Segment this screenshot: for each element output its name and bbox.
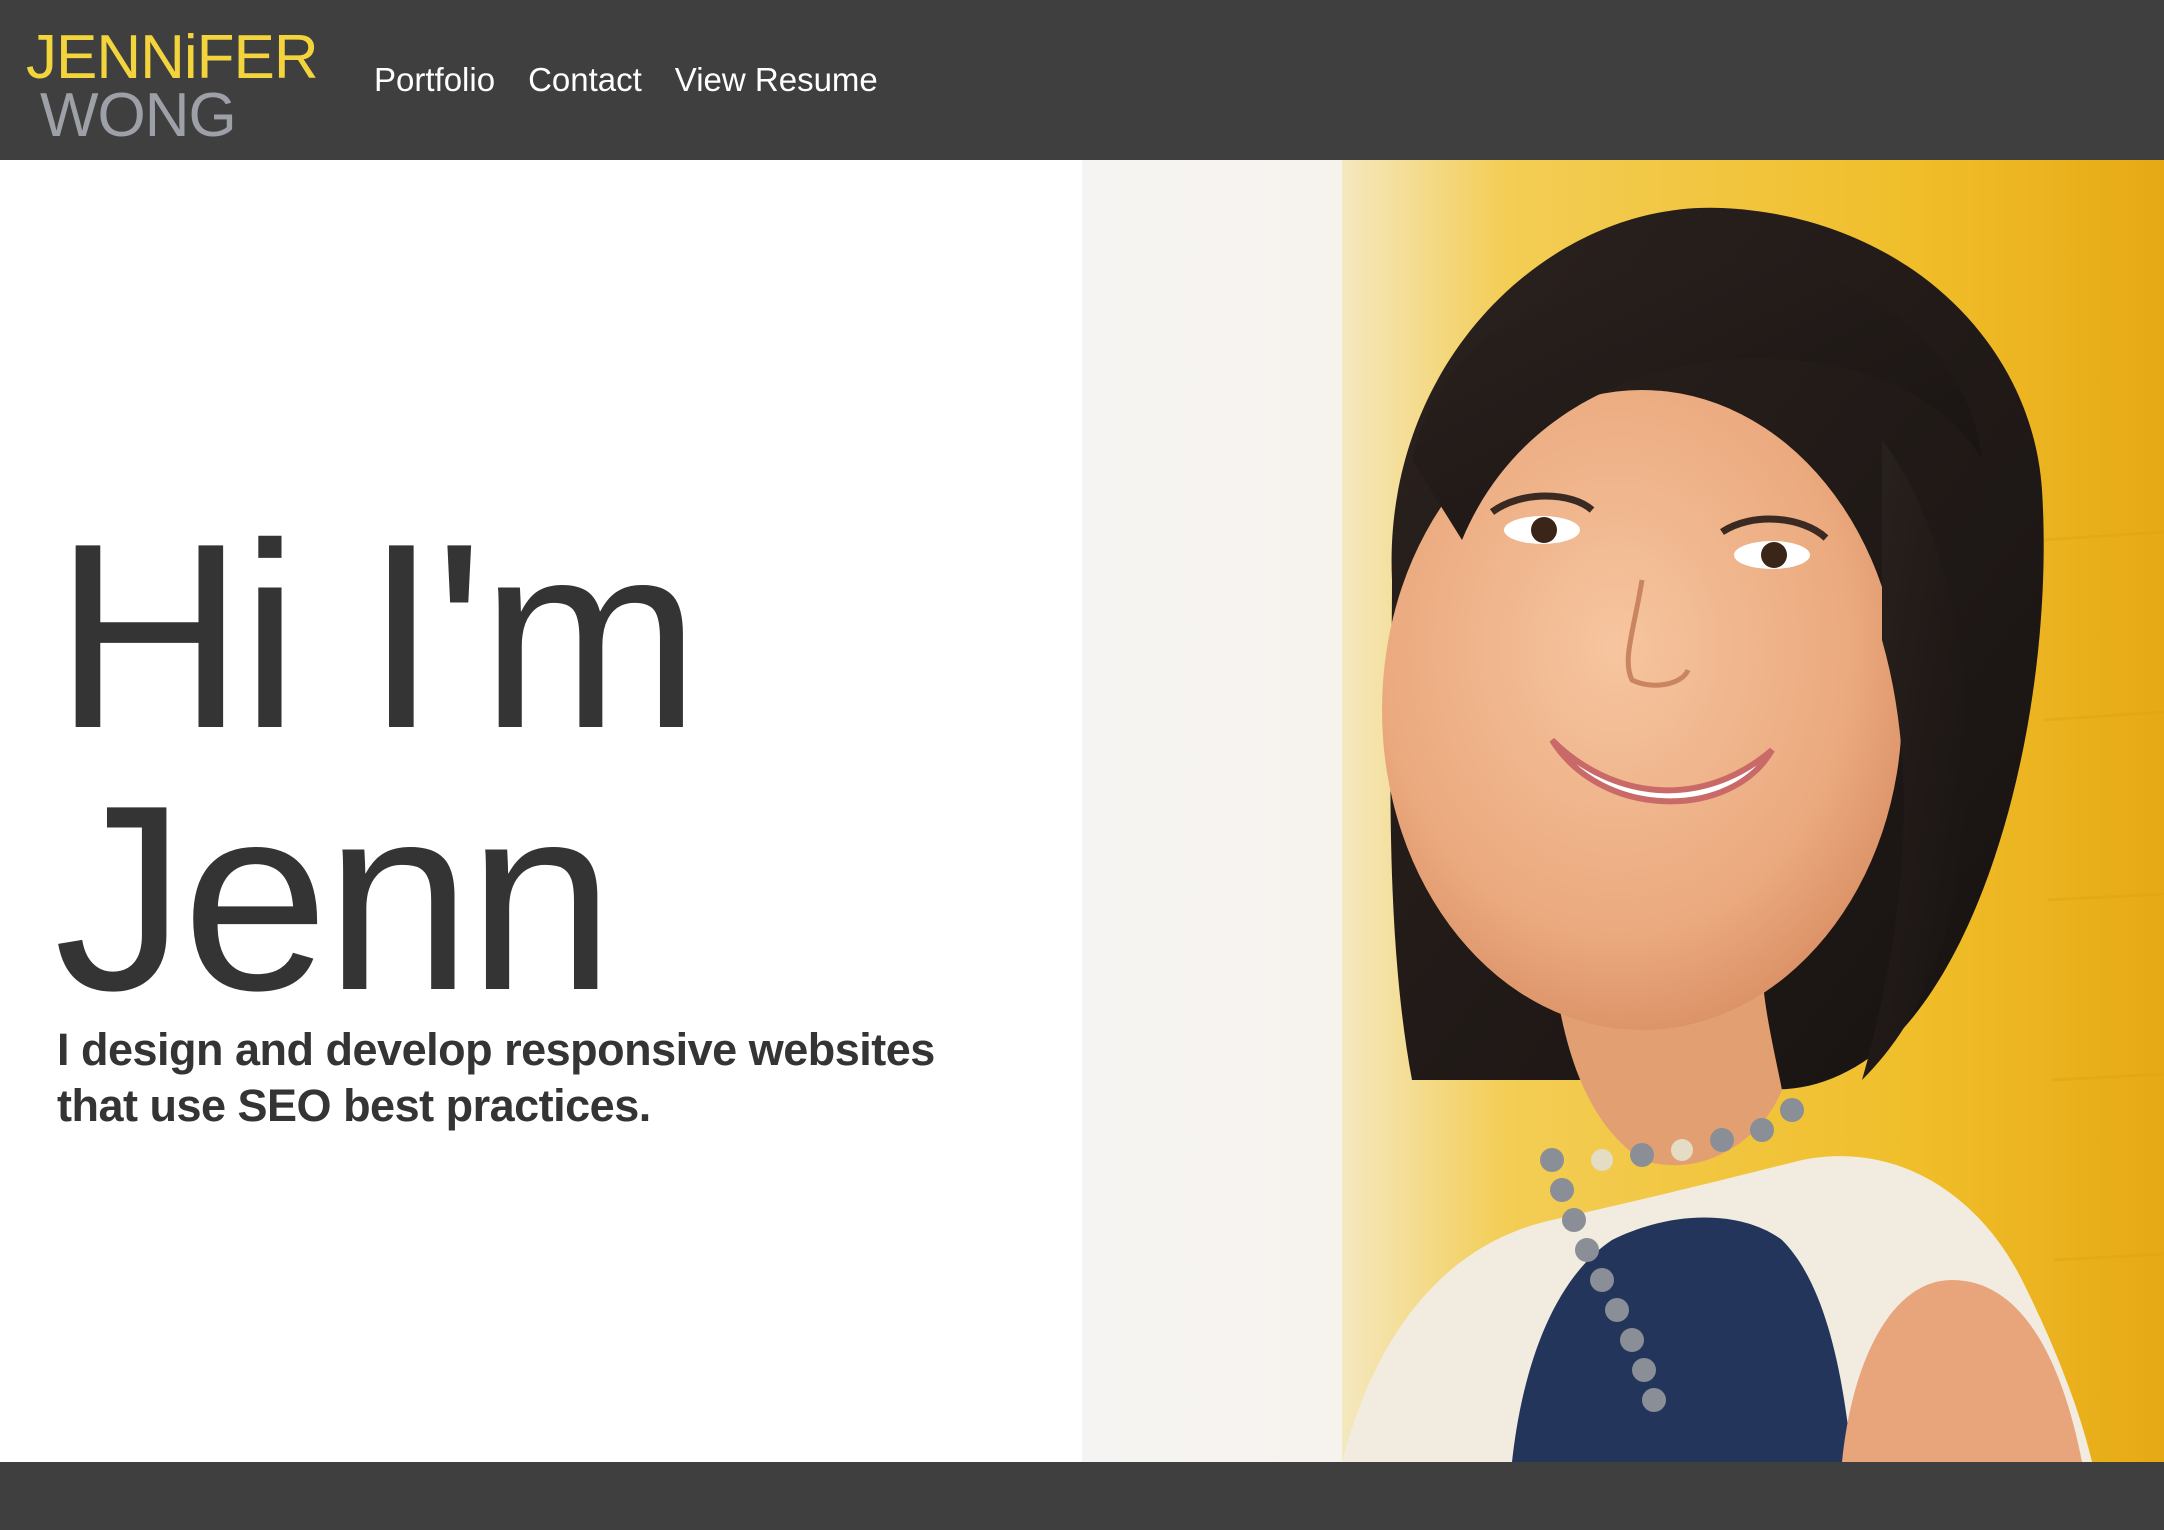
headline-line-2: Jenn (54, 750, 614, 1045)
top-navbar: JENNiFER WONG Portfolio Contact View Res… (0, 0, 2164, 160)
main-nav: Portfolio Contact View Resume (374, 57, 878, 103)
left-pupil (1531, 517, 1557, 543)
tagline-line-1: I design and develop responsive websites (57, 1024, 935, 1075)
brand-logo-mark: JENNiFER WONG (26, 23, 319, 142)
portrait-illustration (1082, 160, 2164, 1462)
hero-tagline: I design and develop responsive websites… (57, 1022, 1057, 1134)
tagline-line-2: that use SEO best practices. (57, 1080, 651, 1131)
hero-portrait-photo (1082, 160, 2164, 1462)
brand-last-name: WONG (40, 81, 236, 142)
nav-link-portfolio[interactable]: Portfolio (374, 57, 495, 103)
right-pupil (1761, 542, 1787, 568)
nav-link-contact[interactable]: Contact (528, 57, 642, 103)
headline-line-1: Hi I'm (54, 488, 700, 783)
footer-bar (0, 1462, 2164, 1530)
brand-logo[interactable]: JENNiFER WONG (26, 22, 326, 142)
hero-intro: Hi I'm Jenn I design and develop respons… (0, 160, 1082, 1462)
hero-headline: Hi I'm Jenn (54, 504, 1054, 1030)
nav-link-view-resume[interactable]: View Resume (675, 57, 878, 103)
